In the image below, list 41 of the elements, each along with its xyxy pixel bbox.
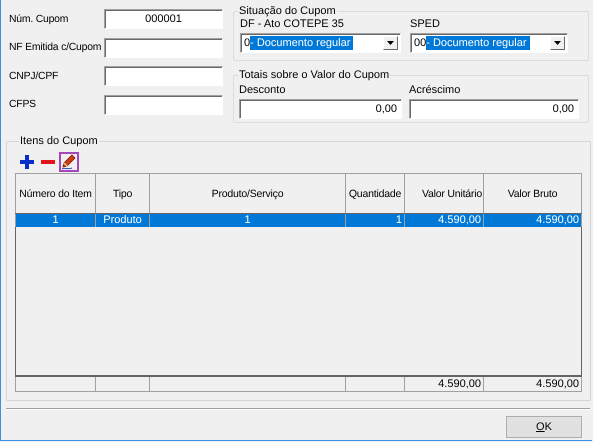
total-cell: 4.590,00 [484,376,582,392]
table-cell: 4.590,00 [484,214,582,226]
ok-button[interactable]: OK [506,416,582,438]
group-title: Totais sobre o Valor do Cupom [238,69,390,81]
table-cell: 1 [150,214,346,226]
text-field[interactable] [104,66,223,86]
number-field[interactable]: 0,00 [239,99,402,119]
table-cell: Produto [96,214,150,226]
field-label: DF - Ato COTEPE 35 [240,18,345,30]
dropdown-value: - Documento regular [426,36,530,50]
field-label: Núm. Cupom [9,14,70,24]
group-title: Itens do Cupom [19,135,99,147]
column-header[interactable]: Valor Unitário [404,174,484,214]
dropdown[interactable]: 0- Documento regular [240,33,401,53]
column-header[interactable]: Produto/Serviço [150,174,346,214]
field-label: Acréscimo [409,84,462,96]
text-field[interactable]: 000001 [104,9,223,29]
field-label: CFPS [9,99,37,110]
field-label: Desconto [239,84,286,96]
dropdown-code: 00 [414,36,426,50]
text-field[interactable] [104,38,223,58]
plus-icon[interactable] [17,152,37,172]
column-header[interactable]: Número do Item [16,174,96,214]
column-header[interactable]: Tipo [96,174,150,214]
field-label: SPED [410,18,441,30]
table-cell: 1 [346,214,404,226]
grid-row[interactable]: 1 Produto 1 1 4.590,00 4.590,00 [16,214,582,226]
pencil-icon[interactable] [59,152,79,172]
text-field[interactable] [104,94,223,114]
dropdown-code: 0 [244,36,250,50]
number-field[interactable]: 0,00 [409,99,579,119]
table-cell: 1 [16,214,96,226]
dropdown-value: - Documento regular [250,36,354,50]
column-header[interactable]: Valor Bruto [484,174,582,214]
group-title: Situação do Cupom [238,5,337,17]
field-label: CNPJ/CPF [9,70,60,82]
column-header[interactable]: Quantidade [346,174,404,214]
table-cell: 4.590,00 [404,214,484,226]
dropdown[interactable]: 00- Documento regular [410,33,568,53]
total-cell: 4.590,00 [404,376,484,392]
field-label: NF Emitida c/Cupom [9,42,102,53]
